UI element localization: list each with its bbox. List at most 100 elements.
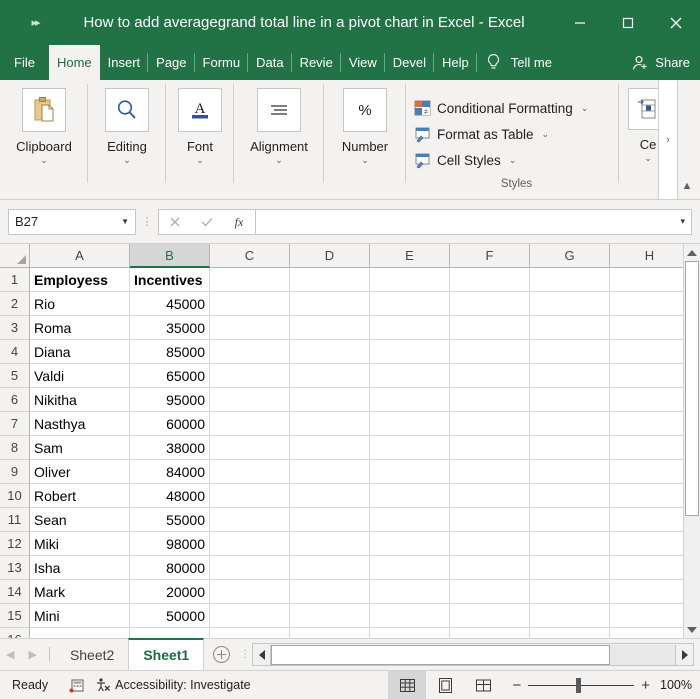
cell-A13[interactable]: Isha [30,556,130,580]
cell-D13[interactable] [290,556,370,580]
cell-H14[interactable] [610,580,683,604]
cell-D6[interactable] [290,388,370,412]
row-header-4[interactable]: 4 [0,340,30,364]
zoom-in-plus-icon[interactable]: + [641,677,650,694]
cell-G3[interactable] [530,316,610,340]
row-header-5[interactable]: 5 [0,364,30,388]
cell-A4[interactable]: Diana [30,340,130,364]
cell-D1[interactable] [290,268,370,292]
cell-B14[interactable]: 20000 [130,580,210,604]
cell-A5[interactable]: Valdi [30,364,130,388]
cell-H10[interactable] [610,484,683,508]
row-header-16[interactable]: 16 [0,628,30,638]
column-header-b[interactable]: B [130,244,210,268]
cell-H12[interactable] [610,532,683,556]
cell-F7[interactable] [450,412,530,436]
horizontal-scroll-thumb[interactable] [271,644,611,665]
cell-G1[interactable] [530,268,610,292]
cell-A16[interactable] [30,628,130,638]
cell-C2[interactable] [210,292,290,316]
cell-F5[interactable] [450,364,530,388]
cell-G2[interactable] [530,292,610,316]
cell-H7[interactable] [610,412,683,436]
cell-A8[interactable]: Sam [30,436,130,460]
format-as-table-button[interactable]: Format as Table ⌄ [414,121,619,147]
font-A-icon[interactable]: A [178,88,222,132]
clipboard-icon[interactable] [22,88,66,132]
cell-F14[interactable] [450,580,530,604]
select-all-corner-icon[interactable] [0,244,30,268]
chevron-down-icon[interactable]: ⌄ [40,156,48,165]
cell-F2[interactable] [450,292,530,316]
cell-G8[interactable] [530,436,610,460]
cell-H11[interactable] [610,508,683,532]
tab-help[interactable]: Help [434,45,477,80]
normal-view-button[interactable] [388,671,427,699]
row-header-12[interactable]: 12 [0,532,30,556]
zoom-slider-thumb[interactable] [576,677,582,693]
cell-F1[interactable] [450,268,530,292]
tab-view[interactable]: View [341,45,385,80]
zoom-slider[interactable] [528,671,635,699]
cell-D9[interactable] [290,460,370,484]
cell-D14[interactable] [290,580,370,604]
chevron-up-icon[interactable]: ▲ [678,177,696,195]
cell-B5[interactable]: 65000 [130,364,210,388]
vertical-scroll-thumb[interactable] [685,261,699,516]
ribbon-group-clipboard[interactable]: Clipboard ⌄ [0,80,88,199]
horizontal-split-handle-icon[interactable]: ⋮ [238,639,252,670]
insert-function-button[interactable]: fx [223,210,255,234]
tab-insert[interactable]: Insert [100,45,149,80]
row-header-6[interactable]: 6 [0,388,30,412]
minimize-button[interactable] [556,0,604,45]
tab-developer[interactable]: Devel [385,45,435,80]
percent-icon[interactable]: % [343,88,387,132]
cell-A9[interactable]: Oliver [30,460,130,484]
row-header-10[interactable]: 10 [0,484,30,508]
cell-D8[interactable] [290,436,370,460]
cell-E10[interactable] [370,484,450,508]
cell-H4[interactable] [610,340,683,364]
cell-A14[interactable]: Mark [30,580,130,604]
cell-C8[interactable] [210,436,290,460]
cell-G4[interactable] [530,340,610,364]
row-header-2[interactable]: 2 [0,292,30,316]
conditional-formatting-button[interactable]: ≠ Conditional Formatting ⌄ [414,95,619,121]
cell-B13[interactable]: 80000 [130,556,210,580]
tab-page-layout[interactable]: Page [148,45,195,80]
chevron-down-icon[interactable]: ⌄ [123,156,131,165]
cancel-button[interactable] [159,210,191,234]
column-header-f[interactable]: F [450,244,530,268]
cell-D4[interactable] [290,340,370,364]
cell-C1[interactable] [210,268,290,292]
share-button[interactable]: Share [632,45,690,80]
cell-G13[interactable] [530,556,610,580]
ribbon-group-editing[interactable]: Editing ⌄ [88,80,166,199]
cell-D15[interactable] [290,604,370,628]
cell-F13[interactable] [450,556,530,580]
zoom-out-minus-icon[interactable]: − [512,677,521,694]
cell-D11[interactable] [290,508,370,532]
cell-E13[interactable] [370,556,450,580]
cell-H6[interactable] [610,388,683,412]
cell-B15[interactable]: 50000 [130,604,210,628]
cell-A2[interactable]: Rio [30,292,130,316]
cell-C5[interactable] [210,364,290,388]
lightbulb-icon[interactable] [477,45,511,80]
column-header-e[interactable]: E [370,244,450,268]
cell-B11[interactable]: 55000 [130,508,210,532]
align-lines-icon[interactable] [257,88,301,132]
cell-H13[interactable] [610,556,683,580]
tab-home[interactable]: Home [48,45,100,80]
sheet-tab-sheet2[interactable]: Sheet2 [56,639,128,670]
zoom-level-label[interactable]: 100% [660,678,700,692]
scroll-down-button[interactable] [684,621,700,638]
cell-A10[interactable]: Robert [30,484,130,508]
tab-review[interactable]: Revie [292,45,341,80]
cell-D5[interactable] [290,364,370,388]
cell-B9[interactable]: 84000 [130,460,210,484]
enter-button[interactable] [191,210,223,234]
cell-E12[interactable] [370,532,450,556]
ribbon-group-number[interactable]: % Number ⌄ [324,80,406,199]
nav-prev-icon[interactable]: ◀ [6,648,14,661]
